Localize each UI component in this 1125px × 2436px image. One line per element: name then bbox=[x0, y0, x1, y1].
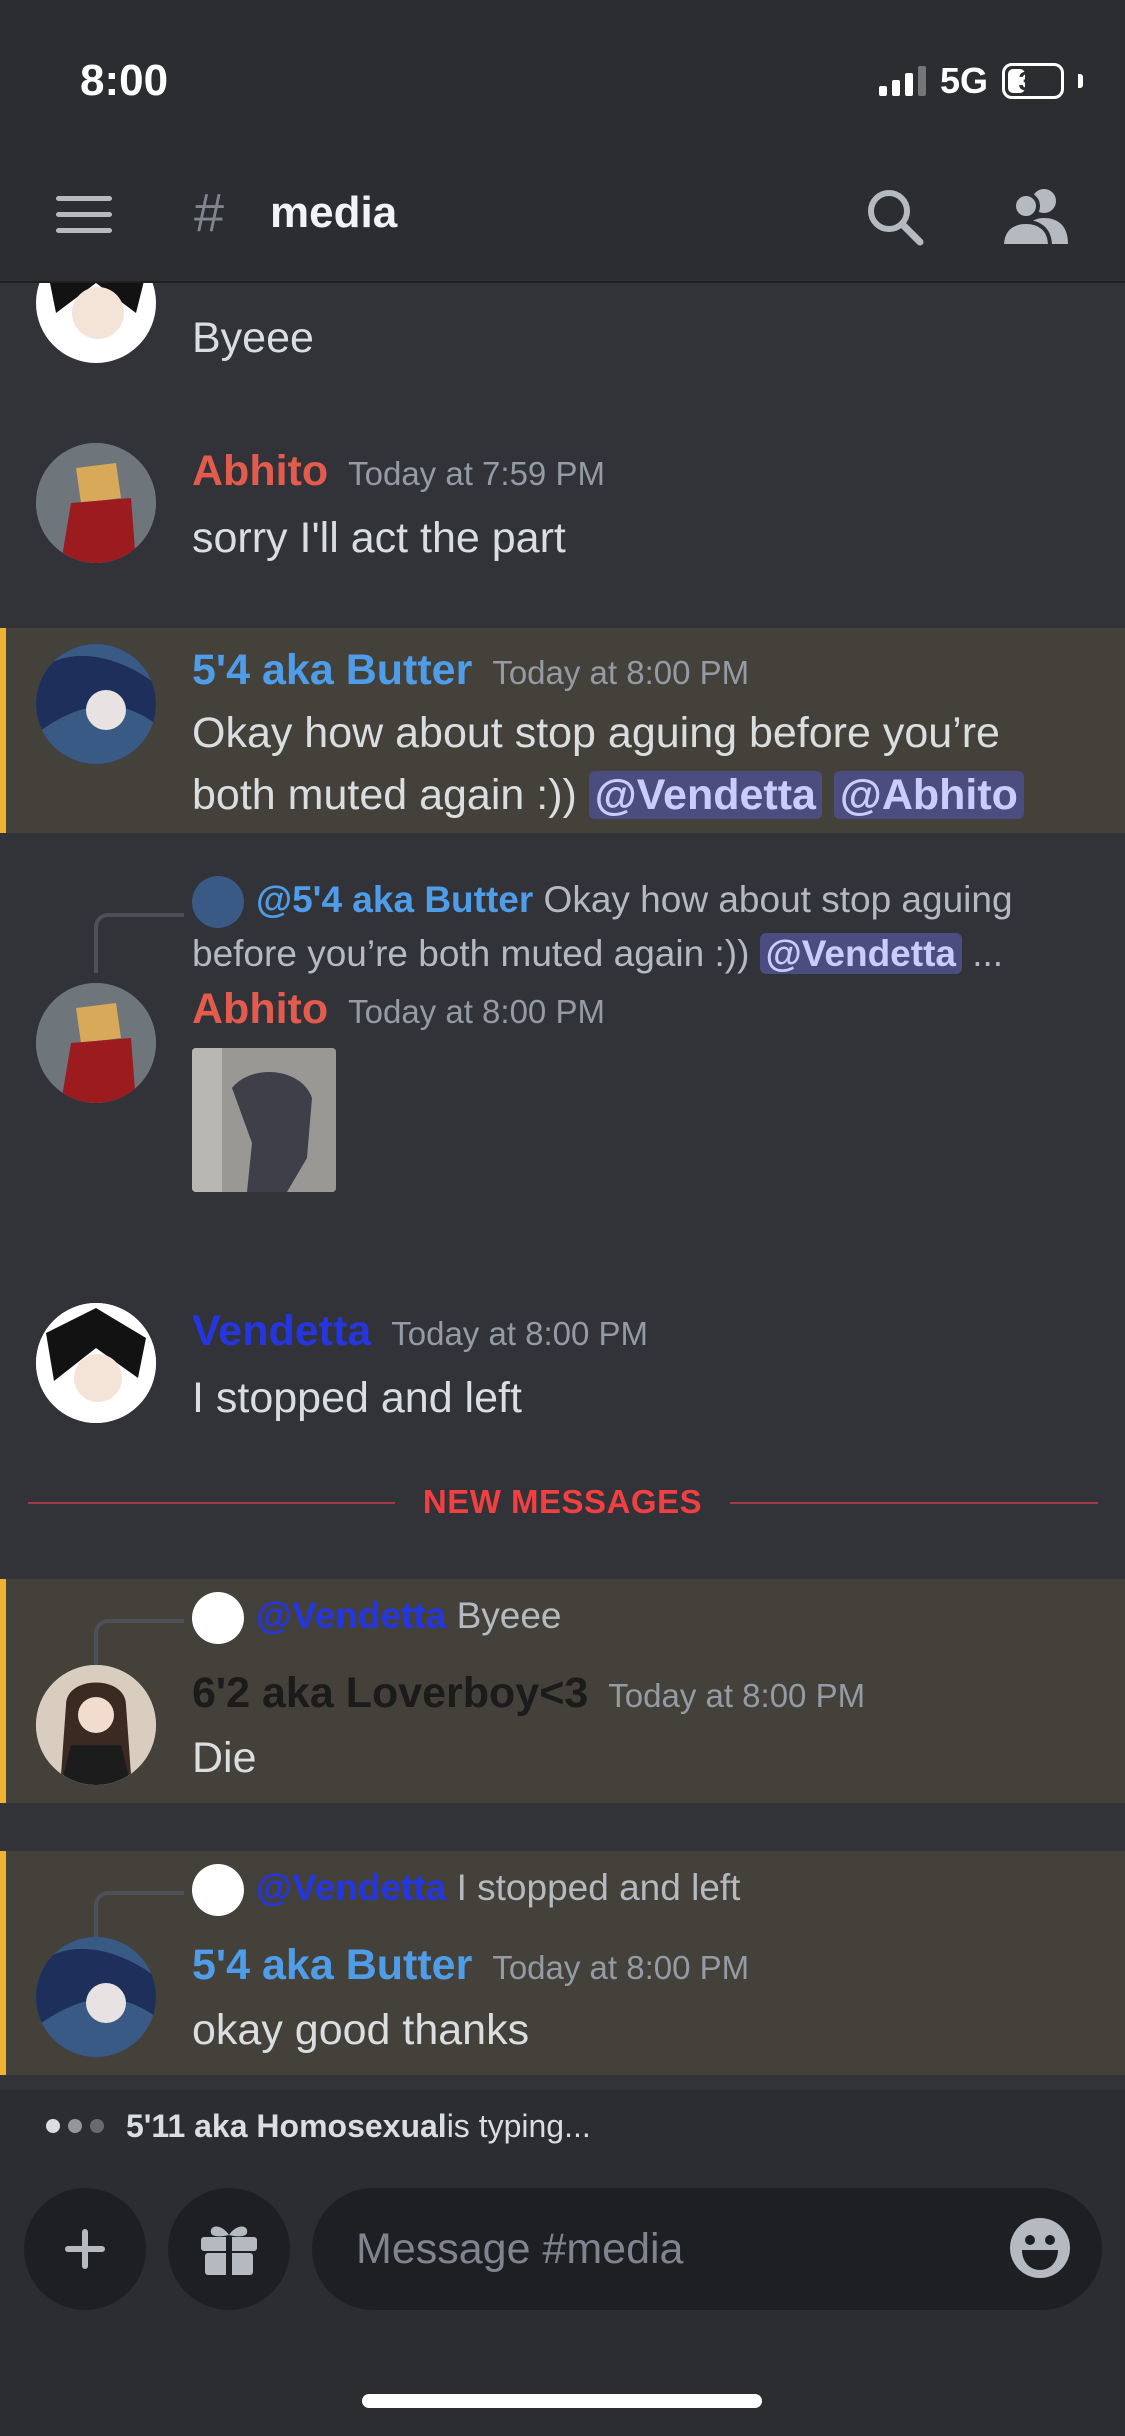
reply-spine bbox=[94, 1891, 184, 1941]
reply-avatar bbox=[192, 1864, 244, 1917]
plus-icon bbox=[65, 2229, 105, 2269]
message-text: I stopped and left bbox=[192, 1374, 522, 1422]
message-text: Byeee bbox=[192, 314, 314, 362]
top-bar: 8:00 5G 34 # media bbox=[0, 0, 1125, 283]
timestamp: Today at 7:59 PM bbox=[348, 455, 605, 492]
avatar[interactable] bbox=[36, 983, 156, 1103]
typing-dots-icon bbox=[46, 2119, 104, 2133]
members-icon[interactable] bbox=[1000, 184, 1070, 250]
search-icon[interactable] bbox=[862, 184, 928, 250]
message-input-placeholder: Message #media bbox=[356, 2224, 684, 2273]
message-mentioned[interactable]: @Vendetta Byeee 6'2 aka Loverboy<3 Today … bbox=[0, 1579, 1125, 1803]
message[interactable]: @5'4 aka Butter Okay how about stop agui… bbox=[0, 873, 1125, 1233]
timestamp: Today at 8:00 PM bbox=[492, 1949, 750, 1986]
avatar[interactable] bbox=[36, 1303, 156, 1423]
author-name[interactable]: Abhito bbox=[192, 985, 328, 1033]
author-name[interactable]: 5'4 aka Butter bbox=[192, 1941, 472, 1989]
composer: Message #media bbox=[0, 2162, 1125, 2436]
message[interactable]: Vendetta Today at 8:00 PM I stopped and l… bbox=[0, 1293, 1125, 1453]
gift-icon bbox=[201, 2226, 257, 2277]
reply-preview-line2[interactable]: before you’re both muted again :)) @Vend… bbox=[192, 927, 1092, 981]
user-mention[interactable]: @Vendetta bbox=[588, 771, 822, 819]
message-mentioned[interactable]: 5'4 aka Butter Today at 8:00 PM Okay how … bbox=[0, 628, 1125, 833]
author-name[interactable]: 6'2 aka Loverboy<3 bbox=[192, 1669, 588, 1717]
home-indicator[interactable] bbox=[362, 2394, 762, 2408]
user-mention[interactable]: @Abhito bbox=[833, 771, 1024, 819]
new-messages-label: NEW MESSAGES bbox=[394, 1483, 731, 1520]
reply-preview[interactable]: @5'4 aka Butter Okay how about stop agui… bbox=[192, 873, 1092, 929]
typing-user: 5'11 aka Homosexual bbox=[126, 2107, 447, 2144]
timestamp: Today at 8:00 PM bbox=[492, 654, 750, 691]
avatar[interactable] bbox=[36, 443, 156, 563]
emoji-icon[interactable] bbox=[1008, 2216, 1072, 2280]
reply-author[interactable]: @Vendetta bbox=[256, 1867, 446, 1908]
reply-text: Okay how about stop aguing bbox=[543, 879, 1013, 920]
avatar[interactable] bbox=[36, 283, 156, 363]
battery-level: 34 bbox=[1018, 65, 1048, 96]
timestamp: Today at 8:00 PM bbox=[391, 1315, 649, 1352]
new-messages-divider: NEW MESSAGES bbox=[0, 1483, 1125, 1521]
reply-spine bbox=[94, 1619, 184, 1669]
hash-icon: # bbox=[194, 183, 225, 243]
status-time: 8:00 bbox=[80, 56, 169, 105]
reply-spine bbox=[94, 913, 184, 973]
reply-preview[interactable]: @Vendetta Byeee bbox=[192, 1589, 1092, 1645]
user-mention[interactable]: @Vendetta bbox=[759, 933, 962, 974]
timestamp: Today at 8:00 PM bbox=[608, 1677, 866, 1714]
message-list[interactable]: Byeee Abhito Today at 7:59 PM sorry I'll … bbox=[0, 283, 1125, 2090]
avatar[interactable] bbox=[36, 1665, 156, 1785]
menu-icon[interactable] bbox=[56, 196, 112, 244]
reply-text: Byeee bbox=[456, 1595, 562, 1636]
network-type: 5G bbox=[939, 60, 988, 101]
message-input[interactable]: Message #media bbox=[312, 2188, 1102, 2310]
message-mentioned[interactable]: @Vendetta I stopped and left 5'4 aka But… bbox=[0, 1851, 1125, 2075]
signal-icon bbox=[878, 66, 926, 96]
message[interactable]: Byeee bbox=[0, 283, 1125, 363]
message-text: okay good thanks bbox=[192, 2006, 530, 2054]
reply-author[interactable]: @5'4 aka Butter bbox=[256, 879, 533, 920]
battery-tip bbox=[1078, 74, 1083, 88]
message-author[interactable]: 5'4 aka Butter Today at 8:00 PM bbox=[192, 1941, 749, 1990]
avatar[interactable] bbox=[36, 1937, 156, 2057]
reply-avatar bbox=[192, 1592, 244, 1645]
message-author[interactable]: 6'2 aka Loverboy<3 Today at 8:00 PM bbox=[192, 1669, 865, 1718]
author-name[interactable]: Vendetta bbox=[192, 1307, 371, 1355]
avatar[interactable] bbox=[36, 644, 156, 764]
reply-preview[interactable]: @Vendetta I stopped and left bbox=[192, 1861, 1092, 1917]
battery-icon: 34 bbox=[1002, 63, 1064, 99]
author-name[interactable]: Abhito bbox=[192, 447, 328, 495]
reply-ellipsis: ... bbox=[972, 933, 1004, 974]
add-attachment-button[interactable] bbox=[24, 2188, 146, 2310]
message-text: sorry I'll act the part bbox=[192, 514, 566, 562]
reply-text: before you’re both muted again :)) bbox=[192, 933, 750, 974]
message-author[interactable]: Abhito Today at 8:00 PM bbox=[192, 985, 605, 1034]
reply-text: I stopped and left bbox=[456, 1867, 741, 1908]
typing-indicator: 5'11 aka Homosexual is typing... bbox=[0, 2090, 1125, 2162]
message-author[interactable]: Vendetta Today at 8:00 PM bbox=[192, 1307, 648, 1356]
status-indicators: 5G 34 bbox=[878, 60, 1083, 102]
channel-name[interactable]: media bbox=[270, 188, 397, 238]
reply-author[interactable]: @Vendetta bbox=[256, 1595, 446, 1636]
author-name[interactable]: 5'4 aka Butter bbox=[192, 646, 472, 694]
reply-avatar bbox=[192, 876, 244, 929]
message-author[interactable]: 5'4 aka Butter Today at 8:00 PM bbox=[192, 646, 749, 695]
message-text: Okay how about stop aguing before you’re… bbox=[192, 702, 1092, 826]
timestamp: Today at 8:00 PM bbox=[348, 993, 605, 1030]
gift-button[interactable] bbox=[168, 2188, 290, 2310]
image-attachment[interactable] bbox=[192, 1048, 336, 1192]
message-text: Die bbox=[192, 1734, 257, 1782]
message[interactable]: Abhito Today at 7:59 PM sorry I'll act th… bbox=[0, 443, 1125, 643]
message-author[interactable]: Abhito Today at 7:59 PM bbox=[192, 447, 605, 496]
typing-suffix: is typing... bbox=[446, 2107, 591, 2144]
